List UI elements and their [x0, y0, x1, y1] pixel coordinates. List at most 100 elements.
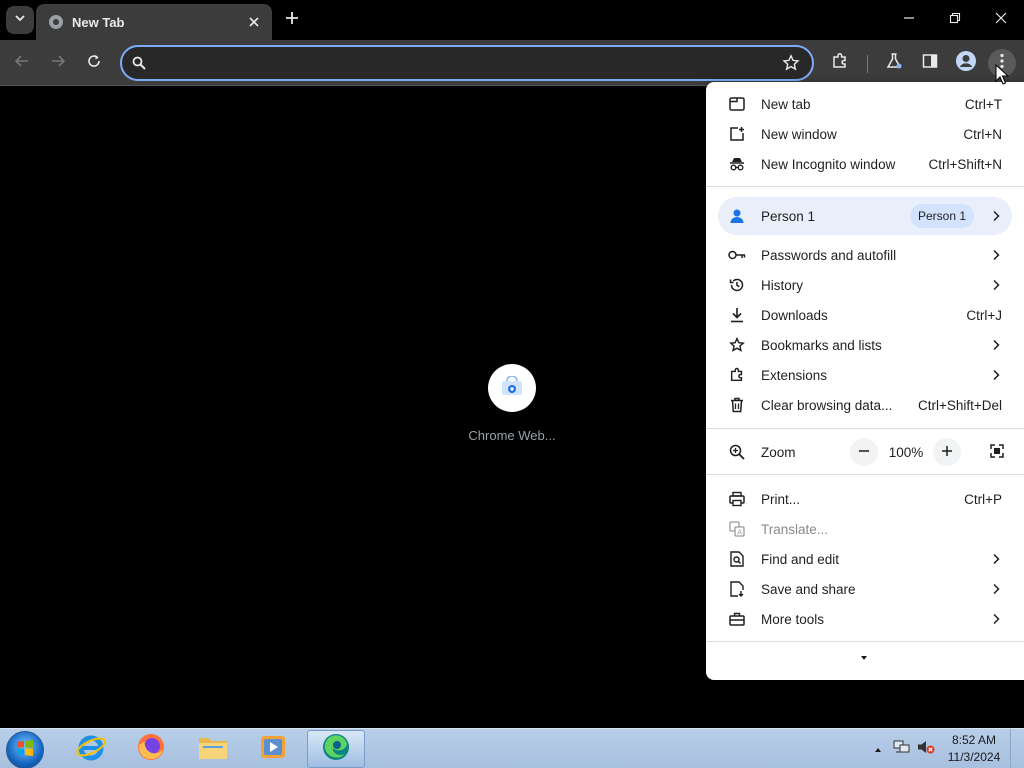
menu-item-label: Save and share — [761, 581, 856, 597]
save-page-icon — [728, 580, 746, 598]
taskbar-file-explorer[interactable] — [184, 730, 242, 768]
toolbox-icon — [728, 610, 746, 628]
menu-item-new-tab[interactable]: New tab Ctrl+T — [706, 89, 1024, 119]
zoom-icon — [728, 443, 746, 461]
restore-button[interactable] — [932, 0, 978, 40]
new-tab-button[interactable] — [280, 8, 304, 32]
omnibox[interactable] — [120, 45, 814, 81]
windows-logo-icon — [15, 738, 35, 763]
taskbar-firefox[interactable] — [122, 730, 180, 768]
zoom-value: 100% — [888, 444, 924, 460]
arrow-right-icon — [50, 53, 66, 74]
menu-item-downloads[interactable]: Downloads Ctrl+J — [706, 300, 1024, 330]
toolbar — [0, 40, 1024, 86]
labs-button[interactable] — [880, 49, 908, 77]
puzzle-icon — [831, 52, 849, 75]
firefox-icon — [135, 731, 167, 768]
plus-icon — [285, 11, 299, 30]
tab-new-tab[interactable]: New Tab — [36, 4, 272, 40]
address-input[interactable] — [156, 47, 780, 79]
menu-item-find-and-edit[interactable]: Find and edit — [706, 544, 1024, 574]
volume-tray-button[interactable] — [914, 737, 938, 761]
menu-item-print[interactable]: Print... Ctrl+P — [706, 484, 1024, 514]
incognito-icon — [728, 155, 746, 173]
menu-separator — [706, 428, 1024, 429]
window-controls — [886, 0, 1024, 40]
windows-taskbar: 8:52 AM 11/3/2024 — [0, 728, 1024, 768]
close-window-button[interactable] — [978, 0, 1024, 40]
menu-scroll-down-arrow[interactable] — [856, 650, 872, 662]
menu-item-new-incognito-window[interactable]: New Incognito window Ctrl+Shift+N — [706, 149, 1024, 179]
menu-item-save-and-share[interactable]: Save and share — [706, 574, 1024, 604]
internet-explorer-icon — [75, 731, 107, 768]
menu-item-shortcut: Ctrl+Shift+N — [928, 156, 1002, 172]
chevron-right-icon — [990, 210, 1002, 222]
menu-item-more-tools[interactable]: More tools — [706, 604, 1024, 634]
profile-button[interactable] — [952, 49, 980, 77]
menu-item-extensions[interactable]: Extensions — [706, 360, 1024, 390]
side-panel-button[interactable] — [916, 49, 944, 77]
menu-item-shortcut: Ctrl+N — [963, 126, 1002, 142]
history-icon — [728, 276, 746, 294]
network-icon — [893, 739, 911, 760]
tab-title: New Tab — [72, 14, 125, 30]
taskbar-edge[interactable] — [307, 730, 365, 768]
cursor-arrow-icon — [995, 63, 1010, 90]
taskbar-clock[interactable]: 8:52 AM 11/3/2024 — [938, 732, 1010, 766]
tab-close-icon[interactable] — [244, 12, 264, 32]
menu-item-label: Downloads — [761, 307, 828, 323]
menu-item-history[interactable]: History — [706, 270, 1024, 300]
menu-item-person[interactable]: Person 1 Person 1 — [718, 197, 1012, 235]
new-window-icon — [728, 125, 746, 143]
edge-icon — [320, 731, 352, 768]
taskbar-media-player[interactable] — [244, 730, 302, 768]
fullscreen-button[interactable] — [983, 438, 1011, 466]
menu-item-bookmarks-lists[interactable]: Bookmarks and lists — [706, 330, 1024, 360]
shortcut-label: Chrome Web... — [468, 428, 556, 443]
minimize-button[interactable] — [886, 0, 932, 40]
zoom-label: Zoom — [761, 444, 796, 460]
close-icon — [995, 11, 1007, 29]
menu-separator — [706, 474, 1024, 475]
menu-item-passwords-autofill[interactable]: Passwords and autofill — [706, 240, 1024, 270]
folder-icon — [197, 732, 229, 767]
trash-icon — [728, 396, 746, 414]
back-button[interactable] — [8, 49, 36, 77]
mouse-cursor — [995, 63, 1010, 86]
media-player-icon — [258, 732, 288, 767]
start-button[interactable] — [6, 731, 44, 768]
clock-date: 11/3/2024 — [947, 750, 1001, 764]
taskbar-internet-explorer[interactable] — [62, 730, 120, 768]
menu-item-shortcut: Ctrl+T — [964, 96, 1002, 112]
system-tray: 8:52 AM 11/3/2024 — [866, 729, 1024, 768]
star-icon — [728, 336, 746, 354]
bookmark-star-icon[interactable] — [780, 52, 802, 74]
tab-search-button[interactable] — [6, 6, 34, 34]
person-icon — [728, 207, 746, 225]
new-tab-icon — [728, 95, 746, 113]
avatar-icon — [955, 50, 977, 77]
show-desktop-button[interactable] — [1010, 729, 1024, 768]
zoom-in-button[interactable] — [933, 438, 961, 466]
search-icon — [130, 54, 148, 72]
menu-separator — [706, 641, 1024, 642]
reload-button[interactable] — [80, 49, 108, 77]
extensions-button[interactable] — [826, 49, 854, 77]
shortcut-chrome-web-store[interactable]: Chrome Web... — [460, 364, 564, 443]
menu-item-new-window[interactable]: New window Ctrl+N — [706, 119, 1024, 149]
menu-item-clear-browsing-data[interactable]: Clear browsing data... Ctrl+Shift+Del — [706, 390, 1024, 420]
show-hidden-icons-button[interactable] — [866, 737, 890, 761]
zoom-out-button[interactable] — [850, 438, 878, 466]
forward-button[interactable] — [44, 49, 72, 77]
menu-item-label: History — [761, 277, 804, 293]
fullscreen-icon — [990, 443, 1004, 461]
chevron-right-icon — [990, 249, 1002, 261]
chevron-right-icon — [990, 279, 1002, 291]
download-icon — [728, 306, 746, 324]
chevron-right-icon — [990, 553, 1002, 565]
svg-text:A: A — [737, 529, 742, 537]
network-tray-button[interactable] — [890, 737, 914, 761]
translate-icon: A — [728, 520, 746, 538]
person-chip: Person 1 — [909, 204, 974, 228]
minus-icon — [858, 445, 870, 460]
